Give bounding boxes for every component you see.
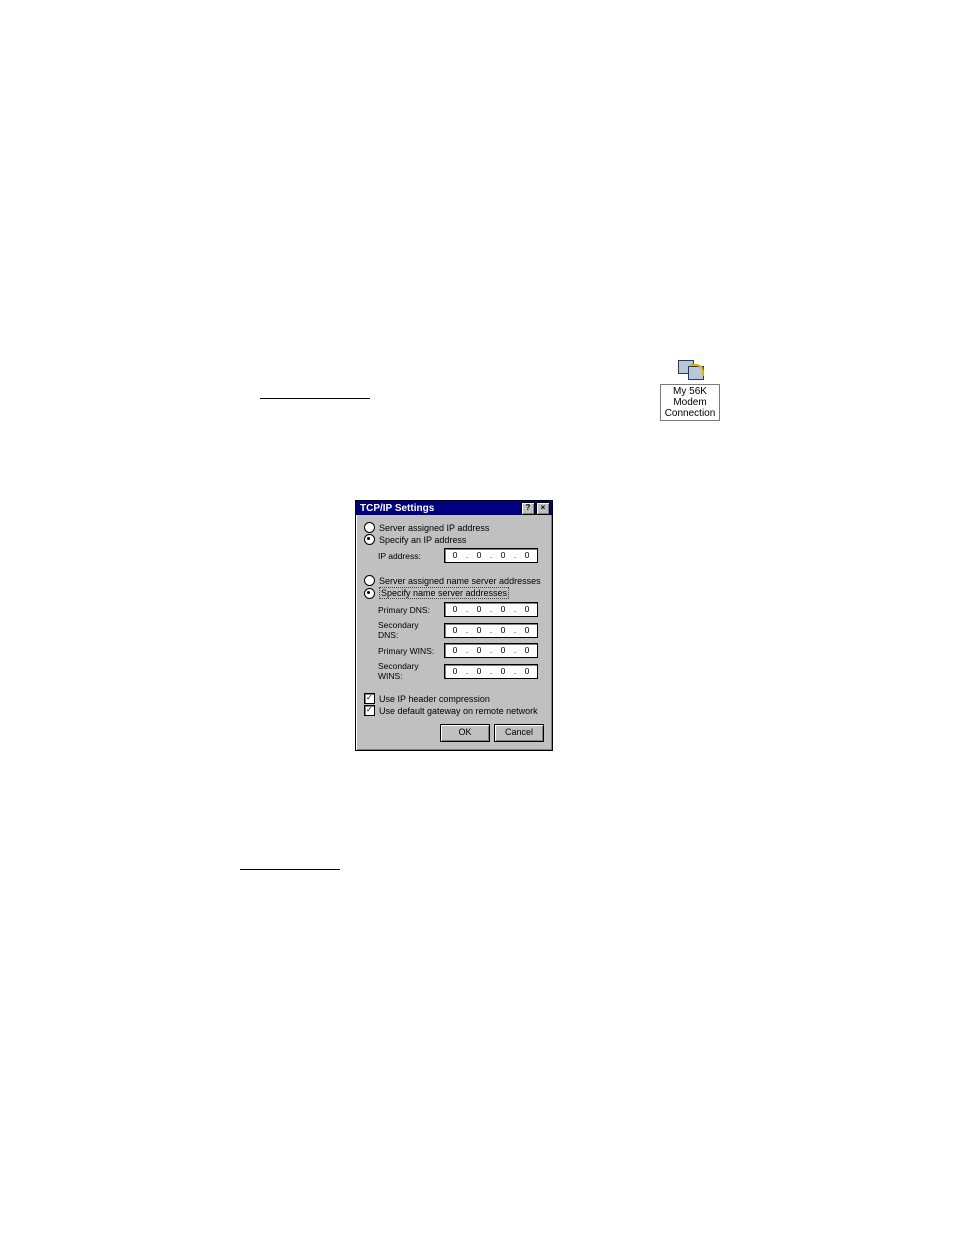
secondary-wins-field: Secondary WINS: 0. 0. 0. 0 (378, 661, 544, 681)
ip-octet[interactable]: 0 (473, 644, 485, 657)
help-button[interactable]: ? (521, 502, 535, 515)
ip-octet[interactable]: 0 (497, 603, 509, 616)
underline-mark (260, 398, 370, 399)
ok-button[interactable]: OK (440, 724, 490, 742)
radio-icon (364, 588, 375, 599)
ip-octet[interactable]: 0 (473, 624, 485, 637)
dialog-title: TCP/IP Settings (358, 503, 434, 514)
desktop-dialup-icon[interactable]: My 56KModemConnection (660, 360, 720, 421)
ip-octet[interactable]: 0 (521, 644, 533, 657)
primary-dns-field: Primary DNS: 0. 0. 0. 0 (378, 602, 544, 617)
radio-label: Specify an IP address (379, 535, 466, 545)
cancel-button[interactable]: Cancel (494, 724, 544, 742)
secondary-dns-label: Secondary DNS: (378, 620, 440, 640)
secondary-dns-input[interactable]: 0. 0. 0. 0 (444, 623, 538, 638)
primary-dns-label: Primary DNS: (378, 605, 440, 615)
primary-dns-input[interactable]: 0. 0. 0. 0 (444, 602, 538, 617)
ip-octet[interactable]: 0 (473, 665, 485, 678)
titlebar: TCP/IP Settings ? × (356, 501, 552, 515)
ip-octet[interactable]: 0 (497, 665, 509, 678)
secondary-wins-input[interactable]: 0. 0. 0. 0 (444, 664, 538, 679)
ip-octet[interactable]: 0 (449, 644, 461, 657)
ip-octet[interactable]: 0 (497, 644, 509, 657)
ip-octet[interactable]: 0 (521, 665, 533, 678)
radio-label: Server assigned IP address (379, 523, 489, 533)
ip-octet[interactable]: 0 (449, 665, 461, 678)
dialup-icon (676, 360, 704, 382)
ip-octet[interactable]: 0 (497, 549, 509, 562)
checkbox-icon (364, 693, 375, 704)
close-button[interactable]: × (536, 502, 550, 515)
ip-octet[interactable]: 0 (449, 603, 461, 616)
checkbox-label: Use default gateway on remote network (379, 706, 538, 716)
radio-icon (364, 522, 375, 533)
ip-octet[interactable]: 0 (521, 549, 533, 562)
ip-octet[interactable]: 0 (449, 624, 461, 637)
radio-server-assigned-ip[interactable]: Server assigned IP address (364, 522, 544, 533)
radio-icon (364, 575, 375, 586)
secondary-wins-label: Secondary WINS: (378, 661, 440, 681)
underline-mark (240, 869, 340, 870)
radio-specify-ns[interactable]: Specify name server addresses (364, 587, 544, 599)
tcpip-settings-dialog: TCP/IP Settings ? × Server assigned IP a… (355, 500, 553, 751)
ip-octet[interactable]: 0 (521, 624, 533, 637)
radio-icon (364, 534, 375, 545)
radio-specify-ip[interactable]: Specify an IP address (364, 534, 544, 545)
checkbox-icon (364, 705, 375, 716)
secondary-dns-field: Secondary DNS: 0. 0. 0. 0 (378, 620, 544, 640)
radio-server-assigned-ns[interactable]: Server assigned name server addresses (364, 575, 544, 586)
checkbox-default-gateway[interactable]: Use default gateway on remote network (364, 705, 544, 716)
desktop-icon-label: My 56KModemConnection (660, 384, 720, 421)
ip-octet[interactable]: 0 (497, 624, 509, 637)
primary-wins-field: Primary WINS: 0. 0. 0. 0 (378, 643, 544, 658)
primary-wins-label: Primary WINS: (378, 646, 440, 656)
radio-label-highlighted: Specify name server addresses (379, 587, 509, 599)
ip-address-input[interactable]: 0. 0. 0. 0 (444, 548, 538, 563)
ip-octet[interactable]: 0 (473, 549, 485, 562)
ip-octet[interactable]: 0 (521, 603, 533, 616)
ip-address-label: IP address: (378, 551, 440, 561)
ip-octet[interactable]: 0 (449, 549, 461, 562)
ip-octet[interactable]: 0 (473, 603, 485, 616)
primary-wins-input[interactable]: 0. 0. 0. 0 (444, 643, 538, 658)
checkbox-header-compression[interactable]: Use IP header compression (364, 693, 544, 704)
ip-address-field: IP address: 0. 0. 0. 0 (364, 548, 544, 563)
radio-label: Server assigned name server addresses (379, 576, 541, 586)
checkbox-label: Use IP header compression (379, 694, 490, 704)
